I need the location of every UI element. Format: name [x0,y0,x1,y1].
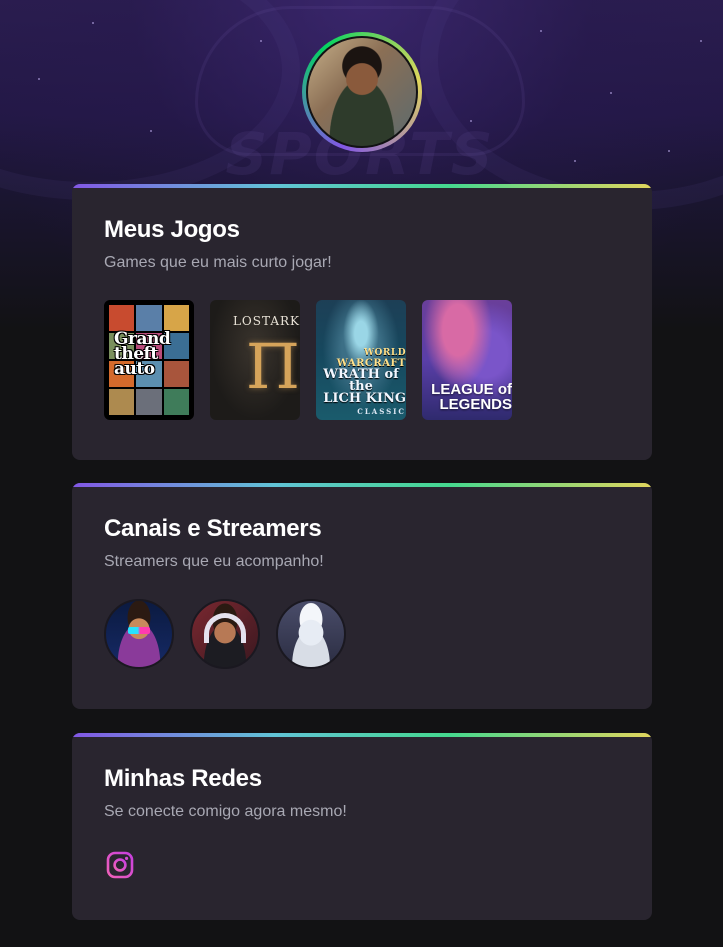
lost-ark-logo-text: LOSTARK [232,314,300,328]
game-gta-v-cover[interactable]: Grand theft auto [104,300,194,420]
profile-avatar-ring [302,32,422,152]
star [92,22,94,24]
wow-world-text: WORLD [363,348,406,358]
socials-card-subtitle: Se conecte comigo agora mesmo! [104,803,347,820]
star [150,130,152,132]
socials-card-title: Minhas Redes [104,765,262,792]
star [260,40,262,42]
star [610,92,612,94]
game-league-of-legends-cover[interactable]: LEAGUE of LEGENDS [422,300,512,420]
star [470,120,472,122]
lol-title-line1: LEAGUE of [431,381,512,398]
star [38,78,40,80]
streamers-card-title: Canais e Streamers [104,515,322,542]
streamer-avatar-1[interactable] [104,599,174,669]
wow-title-line1: WRATH of the [323,367,399,394]
user-photo-avatar [306,36,418,148]
lost-ark-emblem-icon: Π [245,330,300,403]
game-lost-ark-cover[interactable]: LOSTARK Π [210,300,300,420]
games-card: Meus Jogos Games que eu mais curto jogar… [72,184,652,460]
lol-title-line2: LEGENDS [439,396,512,413]
star [668,150,670,152]
games-card-subtitle: Games que eu mais curto jogar! [104,254,332,271]
streamers-card: Canais e Streamers Streamers que eu acom… [72,483,652,709]
streamer-avatar-3[interactable] [276,599,346,669]
streamer-headset [204,613,246,643]
star [574,160,576,162]
games-card-title: Meus Jogos [104,216,240,243]
game-wow-cover[interactable]: WORLD WARCRAFT WRATH of the LICH KING CL… [316,300,406,420]
gta-logo-text: Grand theft auto [114,329,171,379]
streamer-avatar-2[interactable] [190,599,260,669]
star [700,40,702,42]
streamer-glasses [128,627,150,634]
streamers-card-subtitle: Streamers que eu acompanho! [104,553,324,570]
wow-title-line2: LICH KING [323,391,406,406]
instagram-icon[interactable] [106,851,134,879]
star [540,30,542,32]
wow-edition-text: CLASSIC [357,407,406,416]
socials-card: Minhas Redes Se conecte comigo agora mes… [72,733,652,920]
